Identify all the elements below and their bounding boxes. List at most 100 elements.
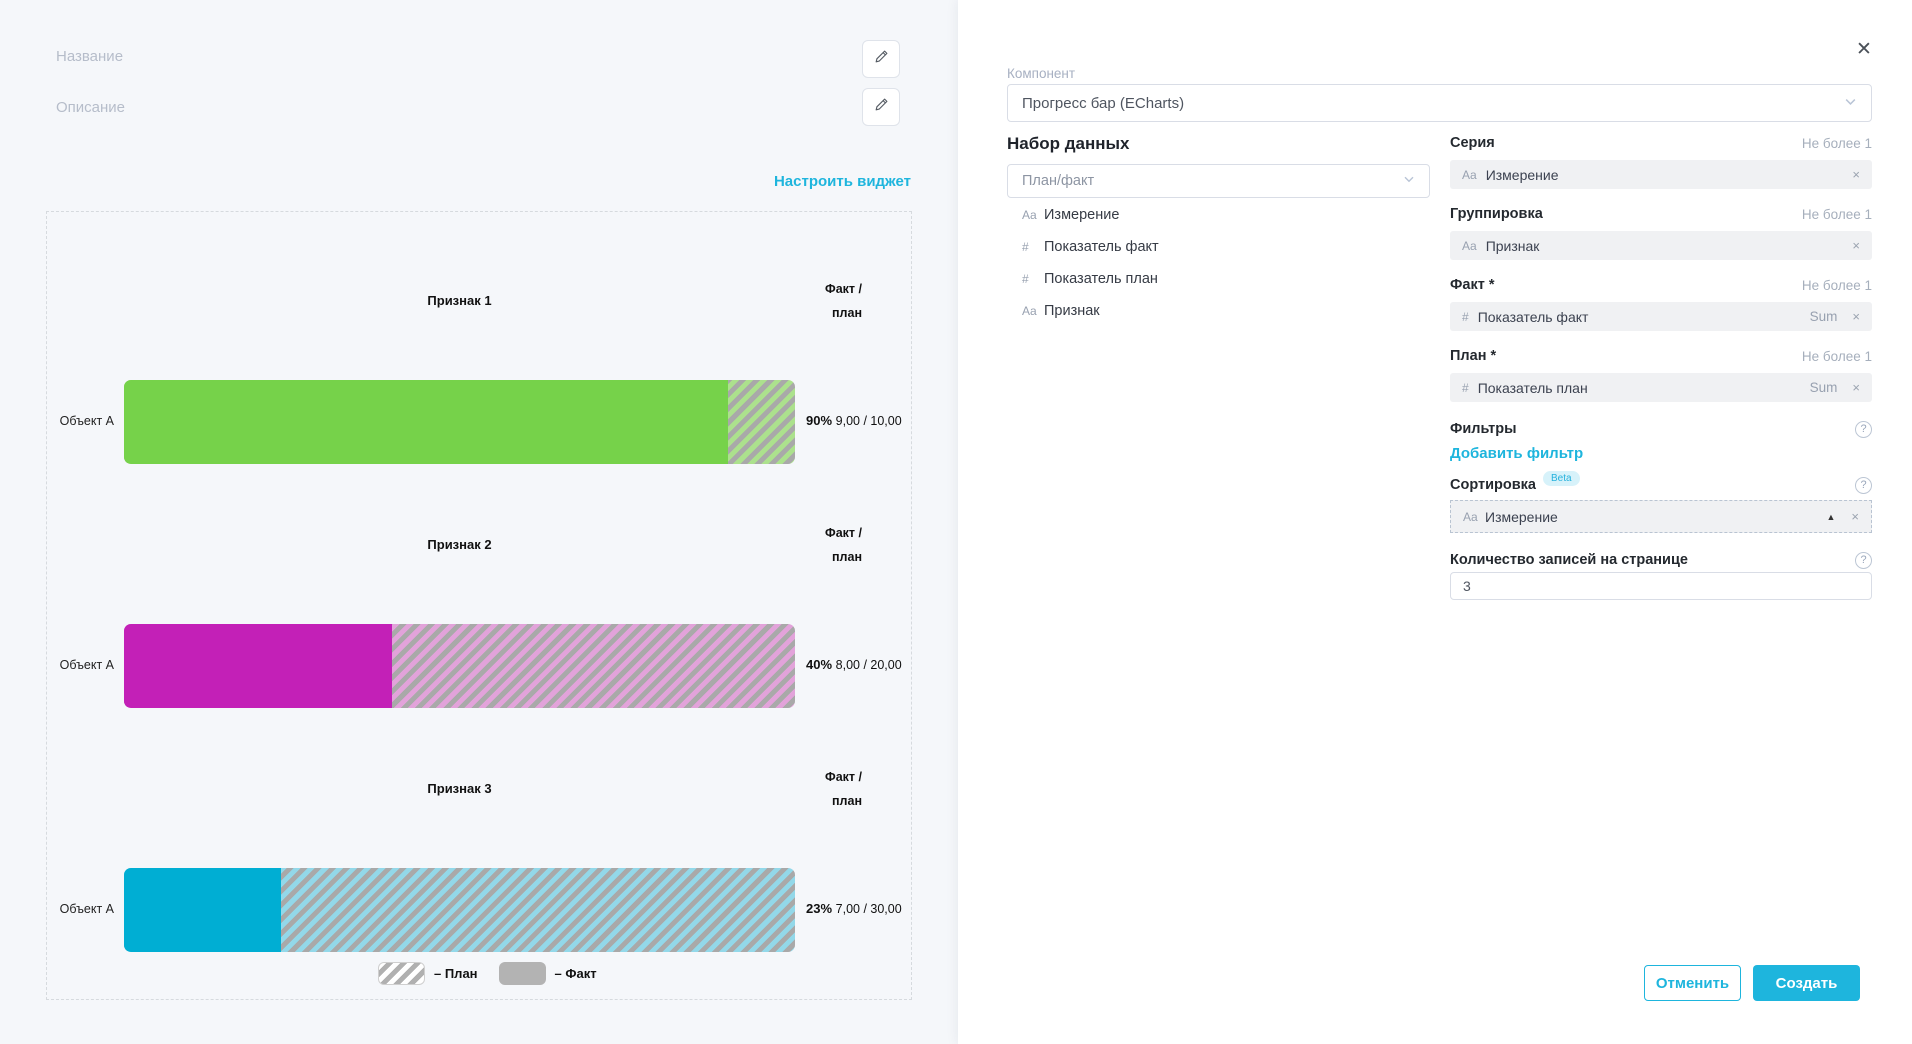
remove-icon[interactable]: × [1851, 509, 1859, 524]
slot-limit: Не более 1 [1802, 136, 1872, 151]
create-button[interactable]: Создать [1753, 965, 1860, 1001]
widget-settings-panel: ✕ Компонент Прогресс бар (ECharts) Набор… [958, 0, 1912, 1044]
widget-preview-panel: Название Описание Настроить виджет Призн… [0, 0, 958, 1044]
text-type-icon: Aa [1022, 208, 1044, 222]
sorting-label: СортировкаBeta [1450, 477, 1580, 494]
component-label: Компонент [1007, 66, 1075, 81]
remove-icon[interactable]: × [1852, 309, 1860, 324]
number-type-icon: # [1462, 310, 1469, 324]
filters-section: Фильтры ? [1450, 420, 1872, 438]
fact-plan-header: Факт / [742, 525, 862, 541]
number-type-icon: # [1022, 272, 1044, 286]
chart-legend: – План – Факт [378, 962, 618, 985]
number-type-icon: # [1462, 381, 1469, 395]
remove-icon[interactable]: × [1852, 167, 1860, 182]
slot-limit: Не более 1 [1802, 349, 1872, 364]
dataset-field-pokazatel-plan[interactable]: # Показатель план [1007, 263, 1430, 295]
edit-name-button[interactable] [862, 40, 900, 78]
edit-description-button[interactable] [862, 88, 900, 126]
chart-group-1: Признак 1 Факт / план Объект А 90% 9,00 … [47, 293, 911, 537]
dataset-heading: Набор данных [1007, 134, 1430, 154]
aggregation-label[interactable]: Sum [1810, 309, 1838, 324]
sort-ascending-icon[interactable]: ▲ [1826, 512, 1835, 522]
chevron-down-icon [1844, 95, 1857, 112]
dataset-field-priznak[interactable]: Aa Признак [1007, 295, 1430, 327]
pencil-icon [873, 96, 890, 118]
dataset-column: Набор данных План/факт Aa Измерение # По… [1007, 134, 1430, 327]
number-type-icon: # [1022, 240, 1044, 254]
chart-group-2: Признак 2 Факт / план Объект А 40% 8,00 … [47, 537, 911, 781]
fact-plan-header: Факт / [742, 281, 862, 297]
aggregation-label[interactable]: Sum [1810, 380, 1838, 395]
text-type-icon: Aa [1022, 304, 1044, 318]
fact-plan-header: план [742, 793, 862, 809]
beta-badge: Beta [1543, 471, 1580, 486]
chart-preview: Признак 1 Факт / план Объект А 90% 9,00 … [46, 211, 912, 1000]
chevron-down-icon [1403, 173, 1415, 189]
mapping-column: Серия Не более 1 Aa Измерение × Группиро… [1450, 134, 1872, 600]
fact-plan-header: план [742, 549, 862, 565]
help-icon[interactable]: ? [1855, 552, 1872, 569]
dataset-field-izmerenie[interactable]: Aa Измерение [1007, 199, 1430, 231]
widget-description-field[interactable]: Описание [56, 99, 125, 116]
group-title: Признак 3 [124, 781, 795, 797]
legend-fact-swatch [499, 962, 546, 985]
legend-plan-label: – План [434, 966, 478, 981]
dialog-footer: Отменить Создать [1644, 965, 1860, 1001]
remove-icon[interactable]: × [1852, 380, 1860, 395]
progress-bar[interactable] [124, 868, 795, 952]
add-filter-link[interactable]: Добавить фильтр [1450, 445, 1872, 462]
legend-fact-label: – Факт [555, 966, 597, 981]
page-size-input[interactable] [1450, 572, 1872, 600]
page-size-section: Количество записей на странице ? [1450, 551, 1872, 569]
help-icon[interactable]: ? [1855, 477, 1872, 494]
filters-label: Фильтры [1450, 421, 1516, 437]
sorting-chip[interactable]: Aa Измерение ▲ × [1450, 500, 1872, 533]
slot-chip[interactable]: Aa Измерение × [1450, 160, 1872, 189]
slot-label: Группировка [1450, 206, 1802, 222]
bar-fact-solid [124, 868, 281, 952]
slot-seriya: Серия Не более 1 Aa Измерение × [1450, 134, 1872, 189]
slot-gruppirovka: Группировка Не более 1 Aa Признак × [1450, 205, 1872, 260]
close-icon[interactable]: ✕ [1856, 40, 1872, 59]
component-select[interactable]: Прогресс бар (ECharts) [1007, 84, 1872, 122]
widget-editor-screen: Название Описание Настроить виджет Призн… [0, 0, 1912, 1044]
slot-limit: Не более 1 [1802, 207, 1872, 222]
configure-widget-link[interactable]: Настроить виджет [46, 173, 911, 190]
bar-fact-solid [124, 624, 392, 708]
cancel-button[interactable]: Отменить [1644, 965, 1741, 1001]
help-icon[interactable]: ? [1855, 421, 1872, 438]
slot-fakt: Факт * Не более 1 # Показатель факт Sum … [1450, 276, 1872, 331]
slot-chip[interactable]: # Показатель план Sum × [1450, 373, 1872, 402]
slot-label: План * [1450, 348, 1802, 364]
progress-bar[interactable] [124, 624, 795, 708]
sorting-section: СортировкаBeta ? [1450, 476, 1872, 494]
group-title: Признак 2 [124, 537, 795, 553]
bar-fact-solid [124, 380, 728, 464]
dataset-field-list: Aa Измерение # Показатель факт # Показат… [1007, 199, 1430, 327]
page-size-label: Количество записей на странице [1450, 552, 1688, 568]
text-type-icon: Aa [1463, 510, 1485, 524]
bar-value-label: 90% 9,00 / 10,00 [806, 413, 902, 428]
fact-plan-header: Факт / [742, 769, 862, 785]
slot-chip[interactable]: # Показатель факт Sum × [1450, 302, 1872, 331]
pencil-icon [873, 48, 890, 70]
text-type-icon: Aa [1462, 239, 1477, 253]
text-type-icon: Aa [1462, 168, 1477, 182]
slot-limit: Не более 1 [1802, 278, 1872, 293]
category-label: Объект А [47, 658, 114, 672]
slot-plan: План * Не более 1 # Показатель план Sum … [1450, 347, 1872, 402]
widget-name-field[interactable]: Название [56, 48, 123, 65]
category-label: Объект А [47, 902, 114, 916]
progress-bar[interactable] [124, 380, 795, 464]
category-label: Объект А [47, 414, 114, 428]
slot-label: Серия [1450, 135, 1802, 151]
legend-plan-swatch [378, 962, 425, 985]
dataset-select[interactable]: План/факт [1007, 164, 1430, 198]
bar-value-label: 40% 8,00 / 20,00 [806, 657, 902, 672]
remove-icon[interactable]: × [1852, 238, 1860, 253]
dataset-field-pokazatel-fakt[interactable]: # Показатель факт [1007, 231, 1430, 263]
group-title: Признак 1 [124, 293, 795, 309]
slot-chip[interactable]: Aa Признак × [1450, 231, 1872, 260]
bar-value-label: 23% 7,00 / 30,00 [806, 901, 902, 916]
